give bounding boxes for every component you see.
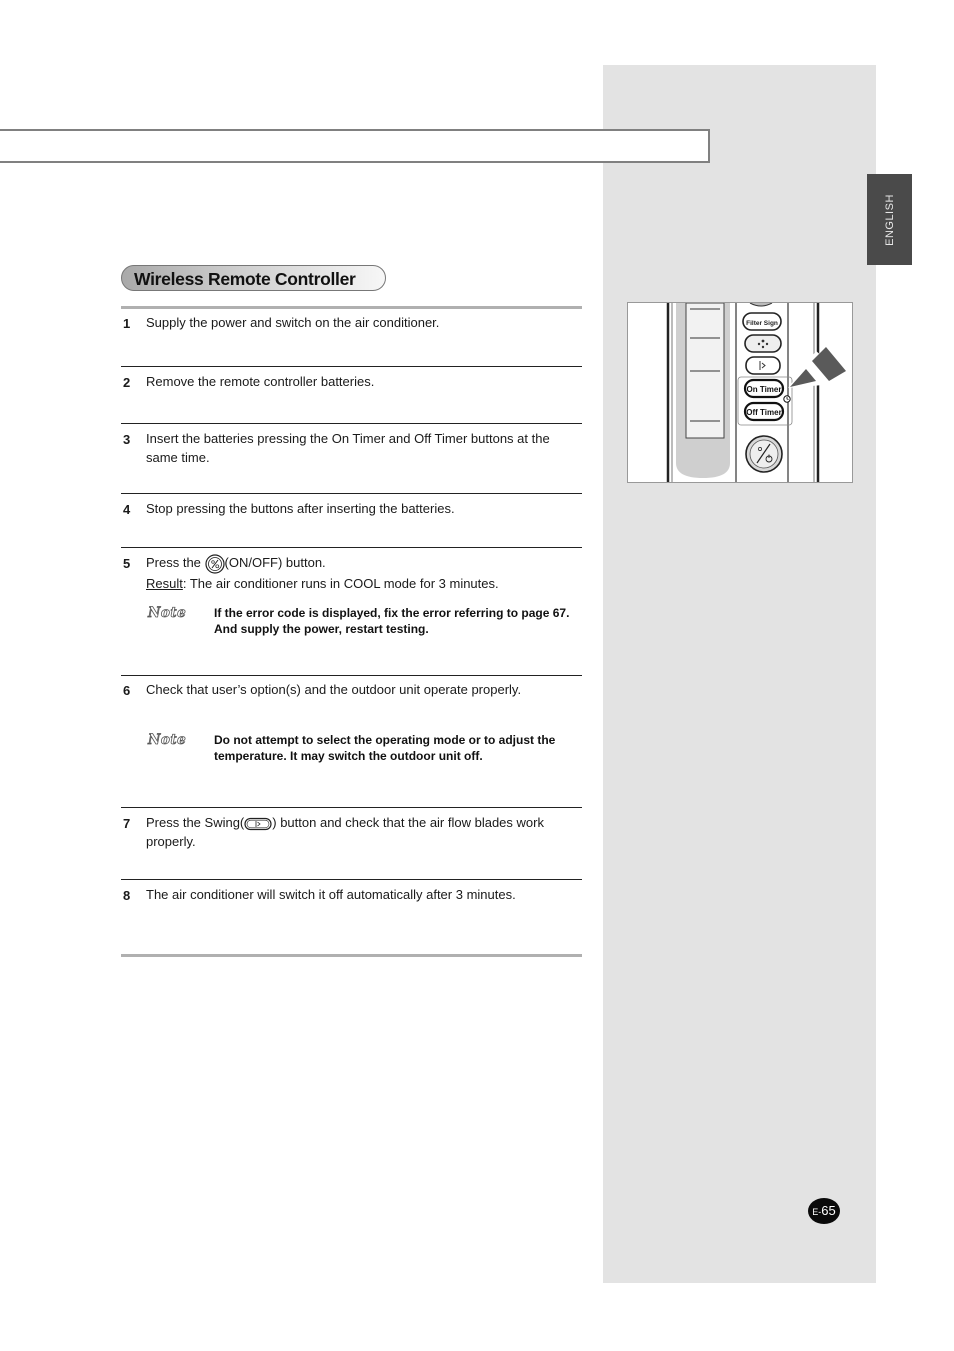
note-text: If the error code is displayed, fix the … xyxy=(214,606,570,636)
swing-button-icon xyxy=(244,817,272,830)
section-title: Wireless Remote Controller xyxy=(121,265,386,291)
step-text-before: Press the xyxy=(146,555,205,570)
step-text: Press the (ON/OFF) button. Result: The a… xyxy=(146,553,576,593)
note-text: Do not attempt to select the operating m… xyxy=(214,733,556,763)
side-panel xyxy=(603,65,876,1283)
swing-button xyxy=(745,356,781,375)
result-label: Result xyxy=(146,575,183,591)
step-text: Insert the batteries pressing the On Tim… xyxy=(146,431,550,465)
divider xyxy=(121,366,582,367)
header-box xyxy=(0,129,710,163)
on-off-icon xyxy=(204,553,225,574)
step-number: 3 xyxy=(123,432,131,447)
step-number: 5 xyxy=(123,556,131,571)
step-number: 6 xyxy=(123,683,131,698)
svg-text:On Timer: On Timer xyxy=(747,385,782,394)
section-title-text: Wireless Remote Controller xyxy=(134,269,356,289)
page-number: 65 xyxy=(821,1203,836,1218)
step-text-before: Press the Swing( xyxy=(146,815,245,830)
step-text-after: (ON/OFF) button. xyxy=(224,555,326,570)
fan-speed-button xyxy=(744,334,782,353)
divider xyxy=(121,306,582,309)
divider xyxy=(121,807,582,808)
step-number: 1 xyxy=(123,316,131,331)
step-text: Stop pressing the buttons after insertin… xyxy=(146,501,455,516)
divider xyxy=(121,423,582,424)
divider xyxy=(121,675,582,676)
step-text: The air conditioner will switch it off a… xyxy=(146,887,516,902)
divider xyxy=(121,954,582,957)
step-text: Check that user’s option(s) and the outd… xyxy=(146,682,522,697)
result-text: : The air conditioner runs in COOL mode … xyxy=(182,575,499,591)
step-number: 2 xyxy=(123,375,131,390)
divider xyxy=(121,547,582,548)
remote-controller-figure: Filter Sign On Timer Off Timer xyxy=(627,302,853,483)
step-text: Press the Swing() button and check that … xyxy=(146,813,576,851)
step-number: 8 xyxy=(123,888,131,903)
note-label: Note xyxy=(148,605,187,622)
step-number: 4 xyxy=(123,502,131,517)
step-text: Supply the power and switch on the air c… xyxy=(146,315,440,330)
note-label: Note xyxy=(148,732,187,749)
language-tab-label: ENGLISH xyxy=(883,193,896,246)
svg-text:Filter Sign: Filter Sign xyxy=(746,320,778,327)
step-text: Remove the remote controller batteries. xyxy=(146,374,375,389)
page-number-badge: E-65 xyxy=(808,1198,840,1224)
divider xyxy=(121,879,582,880)
step-number: 7 xyxy=(123,816,131,831)
language-tab: ENGLISH xyxy=(867,174,912,265)
remote-controller-illustration: Filter Sign On Timer Off Timer xyxy=(666,303,846,482)
page-number-prefix: E- xyxy=(812,1207,822,1217)
svg-text:Off Timer: Off Timer xyxy=(746,408,781,417)
divider xyxy=(121,493,582,494)
